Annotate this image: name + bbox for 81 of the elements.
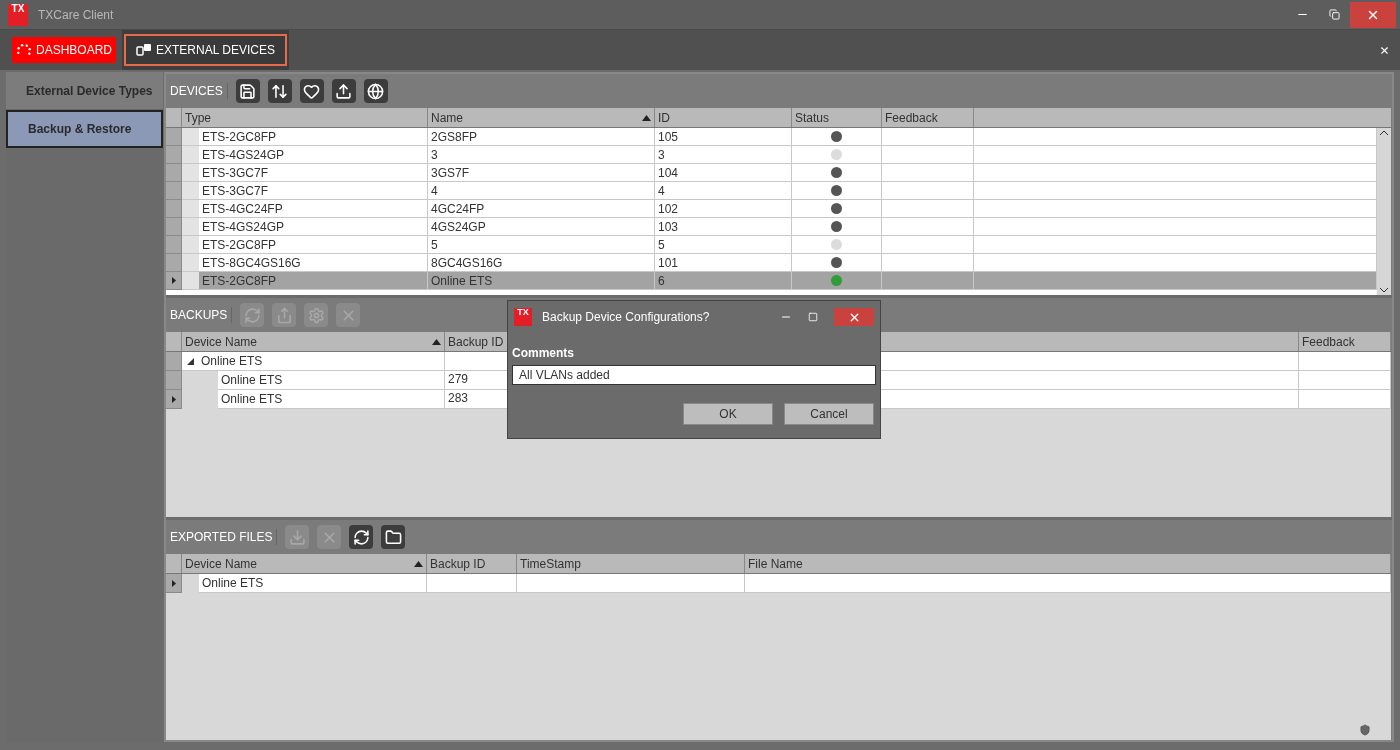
toolbar-button[interactable] <box>267 79 292 103</box>
comments-field[interactable]: All VLANs added <box>512 365 876 385</box>
column-header[interactable]: File Name <box>745 554 1391 573</box>
toolbar-button[interactable] <box>299 79 324 103</box>
dialog-button[interactable]: Cancel <box>784 403 874 425</box>
row-header[interactable] <box>166 390 182 409</box>
table-cell: 6 <box>655 272 792 290</box>
tree-indent <box>182 371 218 390</box>
restore-icon[interactable] <box>1329 9 1340 20</box>
devices-icon <box>136 43 152 57</box>
table-cell: Online ETS <box>199 574 427 593</box>
current-row-icon <box>171 277 176 284</box>
toolbar-button[interactable] <box>363 79 388 103</box>
gutter-cell <box>182 128 199 146</box>
refresh-icon <box>243 306 261 324</box>
dialog-button[interactable]: OK <box>683 403 773 425</box>
gutter-cell <box>182 272 199 290</box>
save-icon <box>239 82 257 100</box>
sidebar-item[interactable]: Backup & Restore <box>6 110 163 148</box>
column-header[interactable]: Type <box>182 108 428 127</box>
maximize-icon[interactable] <box>808 312 818 322</box>
nav-tab[interactable]: DASHBOARD <box>12 37 116 63</box>
close-button[interactable] <box>834 308 874 326</box>
current-row-icon <box>171 395 176 403</box>
field-label: Comments <box>512 345 575 361</box>
export-icon <box>275 306 293 324</box>
globe-icon <box>367 82 385 100</box>
gutter-cell <box>182 236 199 254</box>
toolbar-button[interactable] <box>349 525 374 549</box>
panel-title: BACKUPS <box>170 307 233 323</box>
nav-tab[interactable]: EXTERNAL DEVICES <box>124 34 287 66</box>
heart-icon <box>303 82 321 100</box>
settings-icon <box>307 306 325 324</box>
current-row-icon <box>171 579 176 587</box>
column-header[interactable]: Name <box>428 108 655 127</box>
gutter-cell <box>182 200 199 218</box>
dialog-title: Backup Device Configurations? <box>542 309 711 325</box>
scroll-down-icon[interactable] <box>1380 288 1388 293</box>
column-header[interactable]: Device Name <box>182 332 445 351</box>
panel-title: DEVICES <box>170 83 228 99</box>
gutter-cell <box>182 574 199 593</box>
sidebar-item[interactable]: External Device Types <box>6 72 163 110</box>
expander-icon[interactable] <box>186 357 194 365</box>
close-icon[interactable] <box>1379 44 1390 56</box>
column-header[interactable]: Feedback <box>1299 332 1391 351</box>
sort-ascending-icon <box>432 338 441 345</box>
sort-ascending-icon <box>642 114 651 121</box>
column-header[interactable]: Feedback <box>882 108 974 127</box>
table-cell: ETS-2GC8FP <box>199 272 428 290</box>
app-logo: TX <box>8 3 28 26</box>
app-logo: TX <box>514 308 532 326</box>
expand-arrows-icon <box>271 82 289 100</box>
row-header[interactable] <box>166 574 182 593</box>
column-header[interactable]: Device Name <box>182 554 427 573</box>
table-cell: Online ETS <box>218 390 445 409</box>
gutter-cell <box>182 164 199 182</box>
column-header[interactable]: TimeStamp <box>517 554 745 573</box>
folder-icon <box>385 528 402 546</box>
gutter-cell <box>182 182 199 200</box>
column-header[interactable]: ID <box>655 108 792 127</box>
download-icon <box>289 528 306 546</box>
toolbar-button[interactable] <box>235 79 260 103</box>
close-button[interactable] <box>1350 1 1396 28</box>
gutter-cell <box>182 254 199 272</box>
sort-ascending-icon <box>414 560 423 567</box>
column-header[interactable]: Status <box>792 108 882 127</box>
toolbar-button[interactable] <box>331 79 356 103</box>
shield-icon <box>1359 724 1371 736</box>
row-header[interactable] <box>166 272 182 290</box>
column-header[interactable]: Backup ID <box>427 554 517 573</box>
gutter-cell <box>182 146 199 164</box>
dotted-circle-icon <box>16 43 32 57</box>
table-cell: Online ETS <box>428 272 655 290</box>
scroll-up-icon[interactable] <box>1380 130 1388 135</box>
gutter-cell <box>182 218 199 236</box>
refresh-icon <box>353 528 370 546</box>
window-title: TXCare Client <box>38 6 115 23</box>
upload-icon <box>335 82 353 100</box>
panel-title: EXPORTED FILES <box>170 529 278 545</box>
toolbar-button[interactable] <box>381 525 406 549</box>
scrollbar[interactable] <box>1377 128 1391 295</box>
